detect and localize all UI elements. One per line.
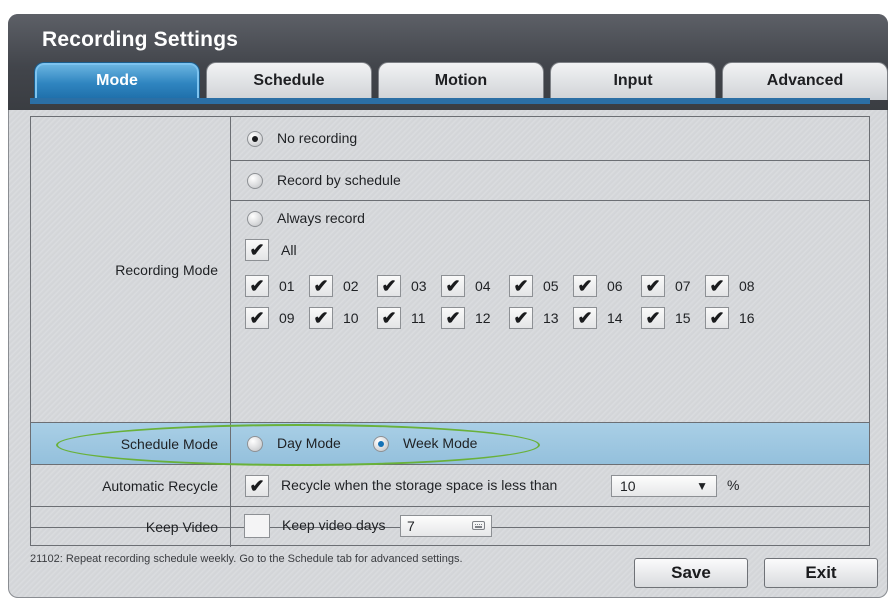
tab-motion[interactable]: Motion xyxy=(378,62,544,100)
option-always-record: Always record ✔ All ✔ 01 ✔ 02 ✔ 03 ✔ 04 ✔ 05 ✔ 06 ✔ 0… xyxy=(231,201,869,423)
channel-label: 03 xyxy=(411,278,427,294)
keep-video-days-value: 7 xyxy=(407,518,415,534)
channel-label: 08 xyxy=(739,278,755,294)
channel-label: 01 xyxy=(279,278,295,294)
recording-settings-window: Recording Settings Mode Schedule Motion … xyxy=(8,14,888,598)
active-tab-underline xyxy=(30,98,870,104)
week-mode-radio[interactable] xyxy=(373,436,389,452)
keep-video-divider xyxy=(230,506,231,546)
schedule-mode-row: Schedule Mode Day Mode Week Mode xyxy=(31,423,869,465)
keep-video-text: Keep video days xyxy=(282,517,386,533)
channel-label: 09 xyxy=(279,310,295,326)
channel-label: 15 xyxy=(675,310,691,326)
keep-video-label: Keep Video xyxy=(31,507,231,547)
schedule-mode-label: Schedule Mode xyxy=(31,423,231,464)
channel-label: 11 xyxy=(411,310,426,326)
keep-video-days-input[interactable]: 7 xyxy=(400,515,492,537)
recycle-checkbox[interactable]: ✔ xyxy=(245,475,269,497)
channel-checkbox[interactable]: ✔ xyxy=(641,275,665,297)
day-mode-radio[interactable] xyxy=(247,436,263,452)
channel-label: 13 xyxy=(543,310,559,326)
channel-checkbox[interactable]: ✔ xyxy=(705,275,729,297)
option-no-recording: No recording xyxy=(231,117,869,161)
tab-advanced[interactable]: Advanced xyxy=(722,62,888,100)
channel-checkbox[interactable]: ✔ xyxy=(309,275,333,297)
tab-input[interactable]: Input xyxy=(550,62,716,100)
recording-mode-row: Recording Mode No recording Record by sc… xyxy=(31,117,869,423)
channel-checkbox[interactable]: ✔ xyxy=(509,307,533,329)
always-record-label: Always record xyxy=(277,210,365,226)
channel-label: 07 xyxy=(675,278,691,294)
channel-checkbox[interactable]: ✔ xyxy=(309,307,333,329)
recycle-unit: % xyxy=(727,477,740,493)
keep-video-content: Keep video days 7 xyxy=(230,506,870,546)
schedule-mode-options: Day Mode Week Mode xyxy=(231,423,869,464)
settings-panel: Recording Mode No recording Record by sc… xyxy=(30,116,870,547)
keep-video-checkbox[interactable] xyxy=(244,514,270,538)
window-header: Recording Settings Mode Schedule Motion … xyxy=(8,14,888,110)
no-recording-label: No recording xyxy=(277,130,358,146)
channel-checkbox[interactable]: ✔ xyxy=(705,307,729,329)
channel-label: 06 xyxy=(607,278,623,294)
all-channels-checkbox[interactable]: ✔ xyxy=(245,239,269,261)
channel-checkbox[interactable]: ✔ xyxy=(245,307,269,329)
keyboard-icon[interactable] xyxy=(472,521,485,530)
automatic-recycle-content: ✔ Recycle when the storage space is less… xyxy=(231,465,869,506)
channel-checkbox[interactable]: ✔ xyxy=(573,275,597,297)
record-by-schedule-radio[interactable] xyxy=(247,173,263,189)
always-record-radio[interactable] xyxy=(247,211,263,227)
recycle-threshold-select[interactable]: 10 ▼ xyxy=(611,475,717,497)
window-title: Recording Settings xyxy=(42,28,239,51)
help-note: 21102: Repeat recording schedule weekly.… xyxy=(30,553,463,565)
recycle-threshold-value: 10 xyxy=(620,478,636,494)
automatic-recycle-row: Automatic Recycle ✔ Recycle when the sto… xyxy=(31,465,869,507)
channel-checkbox[interactable]: ✔ xyxy=(377,307,401,329)
channel-checkbox[interactable]: ✔ xyxy=(573,307,597,329)
channel-label: 02 xyxy=(343,278,359,294)
channel-label: 04 xyxy=(475,278,491,294)
tab-mode[interactable]: Mode xyxy=(34,62,200,100)
recording-mode-label: Recording Mode xyxy=(31,117,231,422)
channel-checkbox[interactable]: ✔ xyxy=(441,275,465,297)
dropdown-arrow-icon: ▼ xyxy=(696,479,708,493)
day-mode-label: Day Mode xyxy=(277,435,341,451)
automatic-recycle-label: Automatic Recycle xyxy=(31,465,231,506)
channel-checkbox[interactable]: ✔ xyxy=(245,275,269,297)
no-recording-radio[interactable] xyxy=(247,131,263,147)
all-channels-label: All xyxy=(281,242,297,258)
channel-checkbox[interactable]: ✔ xyxy=(441,307,465,329)
record-by-schedule-label: Record by schedule xyxy=(277,172,401,188)
channel-label: 14 xyxy=(607,310,623,326)
recycle-text: Recycle when the storage space is less t… xyxy=(281,477,558,493)
week-mode-label: Week Mode xyxy=(403,435,478,451)
channel-label: 05 xyxy=(543,278,559,294)
channel-checkbox[interactable]: ✔ xyxy=(641,307,665,329)
recording-mode-options: No recording Record by schedule Always r… xyxy=(231,117,869,422)
channel-label: 10 xyxy=(343,310,359,326)
exit-button[interactable]: Exit xyxy=(764,558,878,588)
channel-checkbox[interactable]: ✔ xyxy=(509,275,533,297)
channel-label: 12 xyxy=(475,310,491,326)
save-button[interactable]: Save xyxy=(634,558,748,588)
channel-label: 16 xyxy=(739,310,755,326)
option-record-by-schedule: Record by schedule xyxy=(231,161,869,201)
tab-schedule[interactable]: Schedule xyxy=(206,62,372,100)
channel-checkbox[interactable]: ✔ xyxy=(377,275,401,297)
